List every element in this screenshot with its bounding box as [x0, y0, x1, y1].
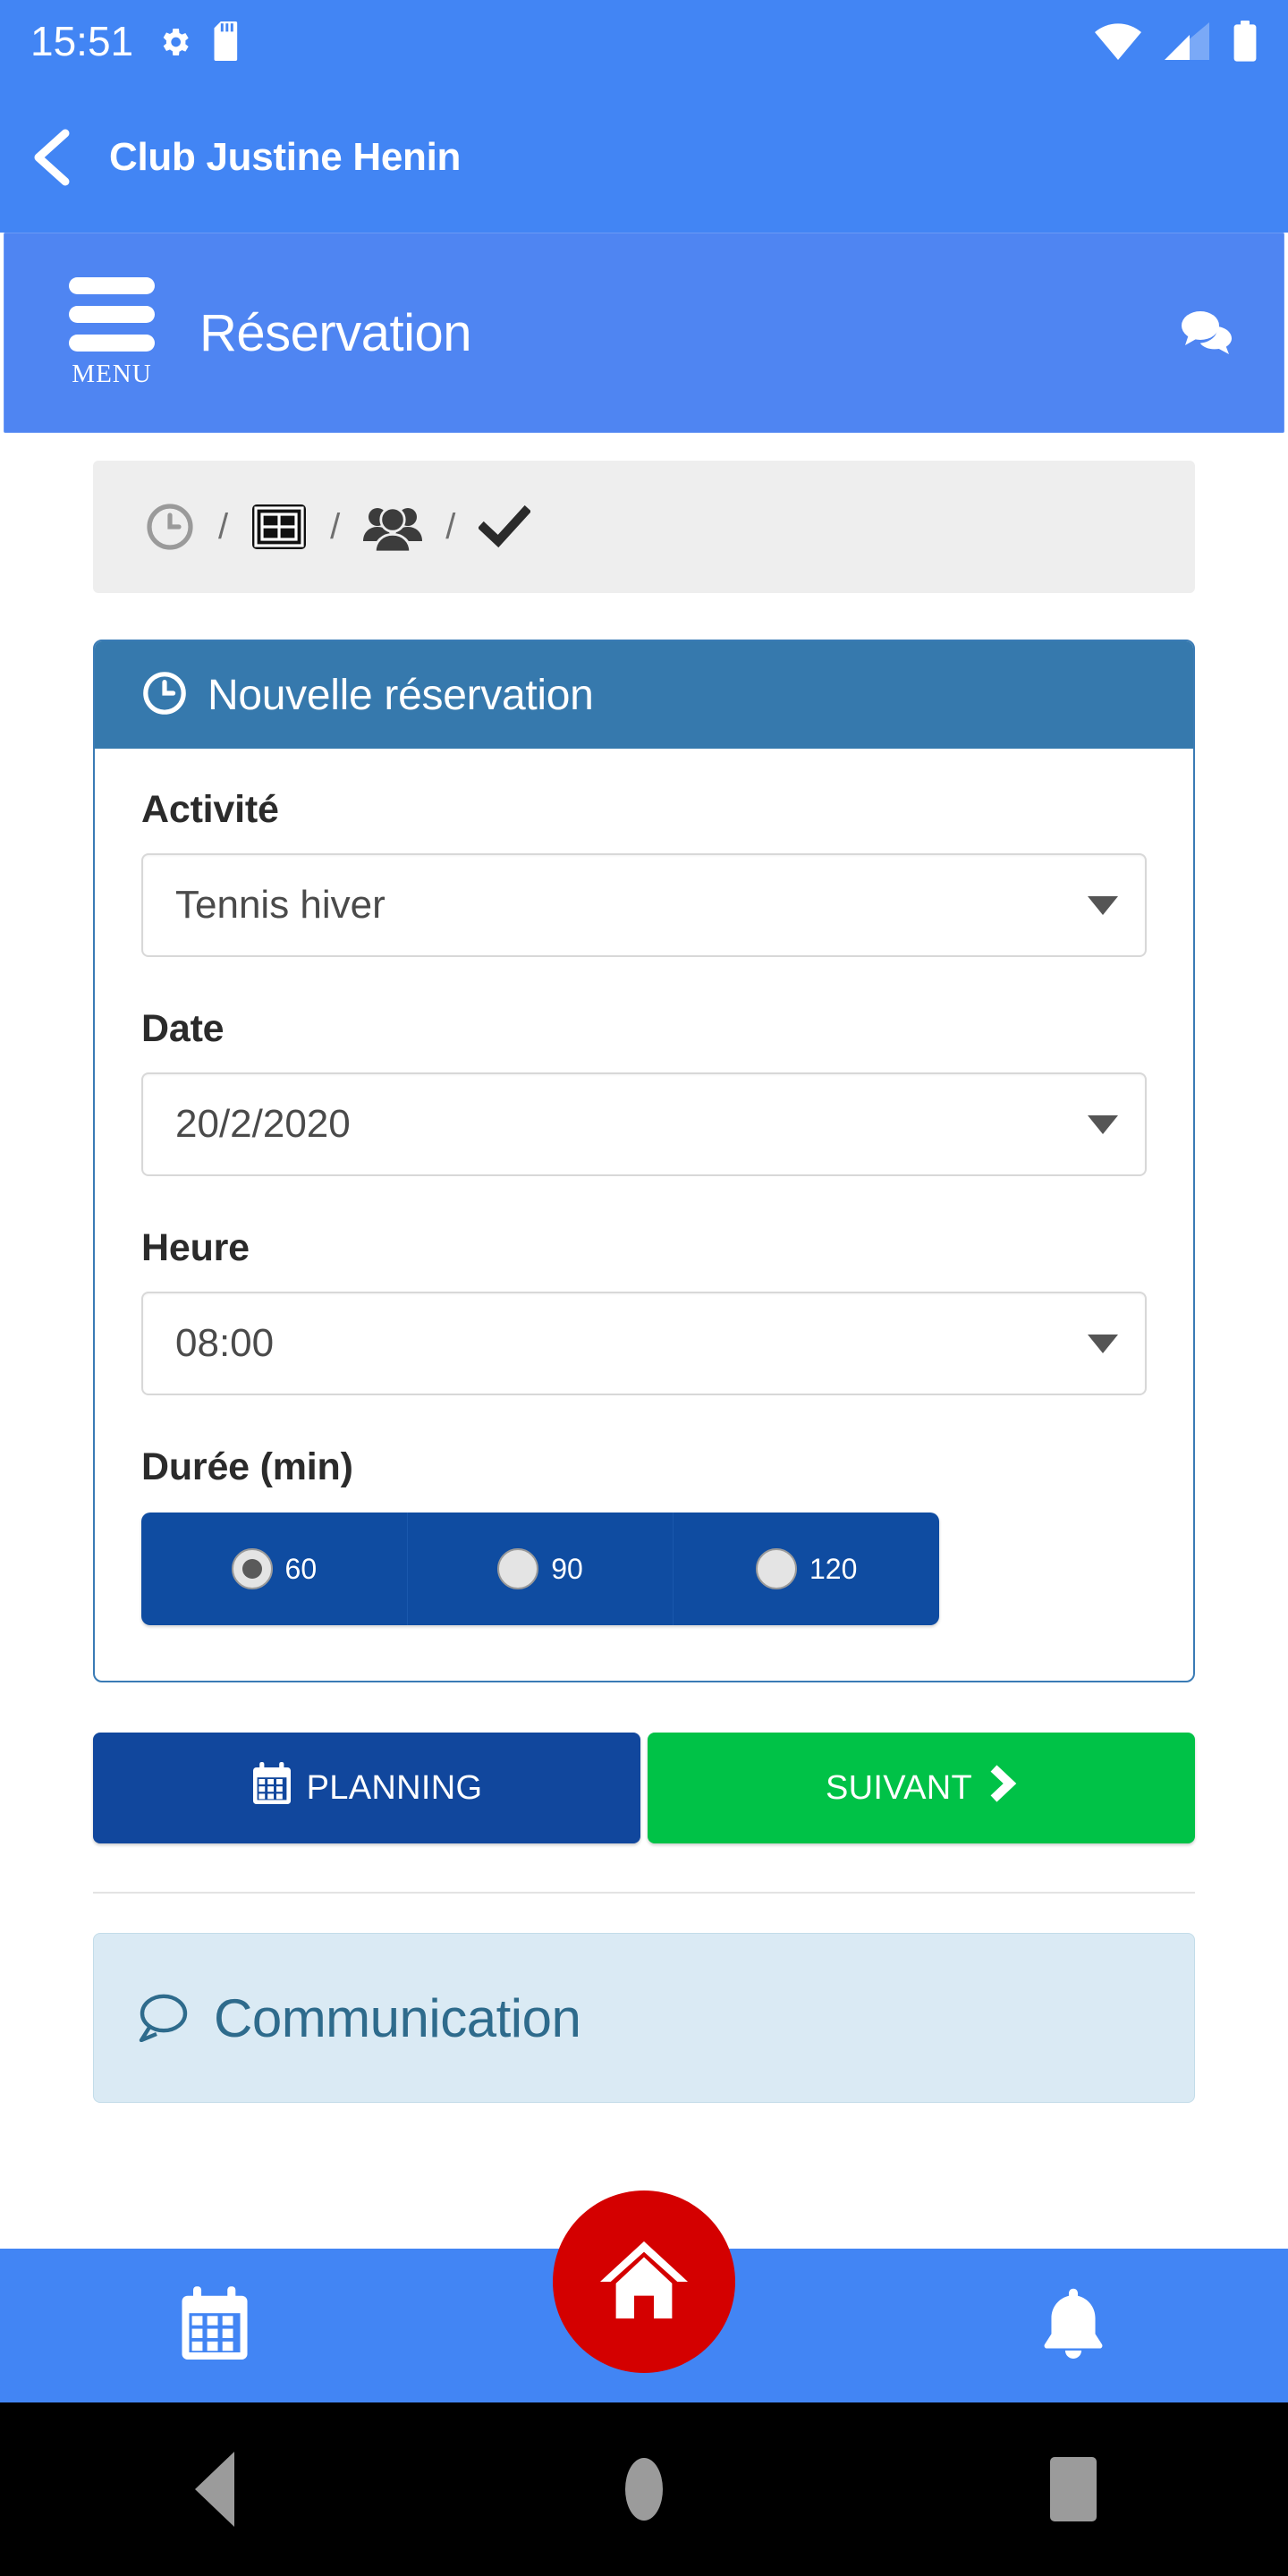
activity-label: Activité	[141, 788, 279, 831]
recents-square-icon	[1050, 2457, 1097, 2521]
date-value: 20/2/2020	[175, 1102, 351, 1146]
next-button[interactable]: SUIVANT	[648, 1733, 1195, 1843]
breadcrumb: / / /	[93, 461, 1195, 593]
home-icon	[598, 2237, 690, 2327]
nav-item-notifications[interactable]	[859, 2286, 1288, 2366]
wifi-icon	[1095, 22, 1141, 60]
breadcrumb-separator: /	[445, 506, 456, 547]
menu-label: MENU	[72, 359, 152, 388]
bell-icon	[1040, 2286, 1106, 2366]
menu-button[interactable]: MENU	[58, 276, 165, 389]
status-time: 15:51	[30, 18, 134, 64]
android-recents-button[interactable]	[859, 2457, 1288, 2521]
reservation-header: MENU Réservation	[4, 233, 1284, 433]
nav-item-planning[interactable]	[0, 2285, 429, 2366]
radio-button	[497, 1548, 539, 1589]
sd-card-icon	[214, 21, 244, 61]
breadcrumb-separator: /	[330, 506, 341, 547]
activity-value: Tennis hiver	[175, 883, 386, 927]
calendar-icon	[251, 1762, 292, 1814]
radio-button	[755, 1548, 797, 1589]
duration-option-label: 90	[551, 1552, 583, 1585]
breadcrumb-step-court-icon[interactable]	[251, 504, 307, 550]
duration-option-120[interactable]: 120	[674, 1513, 939, 1625]
breadcrumb-step-people-group-icon[interactable]	[363, 502, 423, 552]
calendar-icon	[179, 2285, 250, 2366]
action-buttons: PLANNING SUIVANT	[93, 1733, 1195, 1843]
duration-label: Durée (min)	[141, 1445, 353, 1488]
date-label: Date	[141, 1007, 225, 1050]
time-label: Heure	[141, 1226, 250, 1269]
radio-button-selected	[231, 1548, 273, 1589]
chevron-right-icon	[987, 1763, 1017, 1813]
battery-icon	[1233, 21, 1258, 62]
card-body: Activité Tennis hiver Date 20/2/2020 Heu…	[95, 749, 1193, 1681]
clock-icon	[141, 670, 188, 721]
android-home-button[interactable]	[429, 2458, 859, 2521]
home-fab-button[interactable]	[553, 2190, 735, 2373]
planning-button[interactable]: PLANNING	[93, 1733, 640, 1843]
duration-option-90[interactable]: 90	[407, 1513, 674, 1625]
status-bar: 15:51	[0, 0, 1288, 82]
app-bar: Club Justine Henin	[0, 82, 1288, 233]
page-title: Club Justine Henin	[109, 135, 462, 179]
planning-button-label: PLANNING	[306, 1768, 483, 1807]
back-button[interactable]	[20, 124, 86, 191]
speech-bubble-icon	[135, 1990, 191, 2046]
chat-icon[interactable]	[1178, 306, 1235, 360]
breadcrumb-step-clock-icon[interactable]	[145, 502, 195, 552]
activity-select[interactable]: Tennis hiver	[141, 853, 1147, 957]
communication-card[interactable]: Communication	[93, 1933, 1195, 2103]
status-bar-right	[1095, 21, 1258, 62]
reservation-title: Réservation	[199, 303, 471, 362]
chevron-down-icon	[1088, 1114, 1118, 1134]
status-bar-left: 15:51	[30, 17, 244, 65]
back-triangle-icon	[195, 2452, 234, 2527]
gear-icon	[157, 24, 191, 58]
time-value: 08:00	[175, 1321, 275, 1365]
breadcrumb-separator: /	[218, 506, 229, 547]
content-scroll-area: / / / Nouvelle réservation Activité Tenn…	[0, 433, 1288, 2249]
cell-signal-icon	[1165, 22, 1209, 60]
chevron-down-icon	[1088, 895, 1118, 915]
time-select[interactable]: 08:00	[141, 1292, 1147, 1395]
app-screen: 15:51 Club Justine Henin MENU Réservatio…	[0, 0, 1288, 2576]
card-header-title: Nouvelle réservation	[208, 671, 594, 719]
new-reservation-card: Nouvelle réservation Activité Tennis hiv…	[93, 640, 1195, 1682]
chevron-down-icon	[1088, 1334, 1118, 1353]
android-navigation-bar	[0, 2402, 1288, 2576]
card-header: Nouvelle réservation	[95, 641, 1193, 749]
duration-option-60[interactable]: 60	[141, 1513, 408, 1625]
home-circle-icon	[625, 2458, 663, 2521]
next-button-label: SUIVANT	[826, 1768, 972, 1807]
section-divider	[93, 1892, 1195, 1894]
hamburger-icon	[69, 276, 155, 352]
breadcrumb-step-checkmark-icon[interactable]	[479, 505, 531, 548]
duration-option-label: 120	[809, 1552, 858, 1585]
android-back-button[interactable]	[0, 2452, 429, 2527]
duration-option-label: 60	[284, 1552, 318, 1585]
communication-title: Communication	[214, 1987, 581, 2048]
duration-radio-group: 60 90 120	[141, 1513, 939, 1625]
date-select[interactable]: 20/2/2020	[141, 1072, 1147, 1176]
